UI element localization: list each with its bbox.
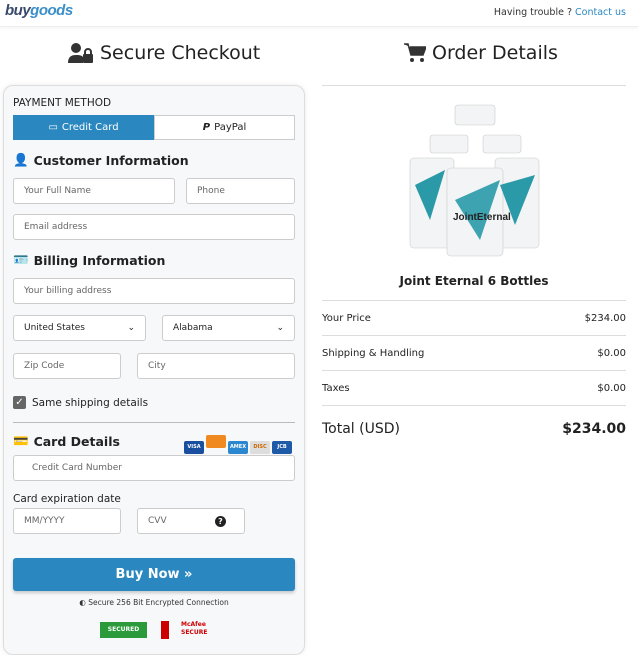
mastercard-icon [206, 435, 226, 448]
expiration-input[interactable]: MM/YYYY [13, 508, 121, 534]
visa-icon: VISA [184, 441, 204, 454]
billing-address-input[interactable]: Your billing address [13, 278, 295, 304]
secure-connection-text: ◐ Secure 256 Bit Encrypted Connection [79, 598, 229, 607]
paypal-icon: P [202, 122, 211, 133]
card-number-input[interactable]: Credit Card Number [13, 455, 295, 481]
mcafee-badge: McAfee SECURE [161, 621, 208, 639]
email-input[interactable]: Email address [13, 214, 295, 240]
customer-info-heading: 👤 Customer Information [13, 152, 189, 168]
user-icon: 👤 [13, 152, 29, 167]
contact-us-link[interactable]: Contact us [575, 7, 626, 18]
city-input[interactable]: City [137, 353, 295, 379]
tab-credit-card[interactable]: ▭ Credit Card [13, 115, 154, 140]
payment-method-label: PAYMENT METHOD [13, 97, 112, 109]
card-brands: VISA AMEX DISC JCB [182, 433, 292, 454]
shipping-row: Shipping & Handling $0.00 [322, 336, 626, 371]
total-row: Total (USD) $234.00 [322, 421, 626, 437]
phone-input[interactable]: Phone [186, 178, 295, 204]
zip-input[interactable]: Zip Code [13, 353, 121, 379]
checkout-form: PAYMENT METHOD ▭ Credit Card P PayPal 👤 Cus… [3, 85, 305, 655]
chevron-down-icon: ⌄ [276, 323, 284, 333]
credit-card-icon: 💳 [13, 433, 29, 448]
taxes-row: Taxes $0.00 [322, 371, 626, 406]
state-select[interactable]: Alabama ⌄ [162, 315, 295, 341]
full-name-input[interactable]: Your Full Name [13, 178, 175, 204]
tab-paypal[interactable]: P PayPal [154, 115, 295, 140]
order-details-heading: Order Details [404, 42, 558, 64]
shield-icon: ◐ [79, 598, 86, 607]
discover-icon: DISC [250, 441, 270, 454]
user-lock-icon [68, 43, 93, 63]
billing-info-heading: 🪪 Billing Information [13, 252, 166, 268]
secured-badge: SECURED [100, 622, 147, 638]
country-select[interactable]: United States ⌄ [13, 315, 146, 341]
jcb-icon: JCB [272, 441, 292, 454]
expiration-label: Card expiration date [13, 493, 121, 505]
checkbox-checked-icon: ✓ [13, 396, 26, 409]
cvv-input[interactable]: CVV? [137, 508, 245, 534]
question-circle-icon[interactable]: ? [215, 515, 226, 527]
id-card-icon: 🪪 [13, 252, 29, 267]
card-details-heading: 💳 Card Details [13, 433, 120, 449]
cart-icon [404, 43, 426, 62]
same-shipping-checkbox[interactable]: ✓ Same shipping details [13, 396, 148, 409]
divider [13, 422, 295, 423]
price-row: Your Price $234.00 [322, 301, 626, 336]
product-image: JointEternal [409, 104, 540, 257]
buygoods-logo[interactable]: buygoods [5, 2, 73, 19]
chevron-down-icon: ⌄ [127, 323, 135, 333]
divider [322, 85, 626, 86]
buy-now-button[interactable]: Buy Now » [13, 558, 295, 591]
amex-icon: AMEX [228, 441, 248, 454]
top-bar: buygoods Having trouble ? Contact us [0, 0, 638, 27]
product-name: Joint Eternal 6 Bottles [399, 274, 549, 288]
credit-card-icon: ▭ [48, 122, 58, 133]
secure-checkout-heading: Secure Checkout [68, 42, 260, 64]
svg-text:JointEternal: JointEternal [453, 212, 511, 223]
help-text: Having trouble ? Contact us [493, 7, 626, 18]
